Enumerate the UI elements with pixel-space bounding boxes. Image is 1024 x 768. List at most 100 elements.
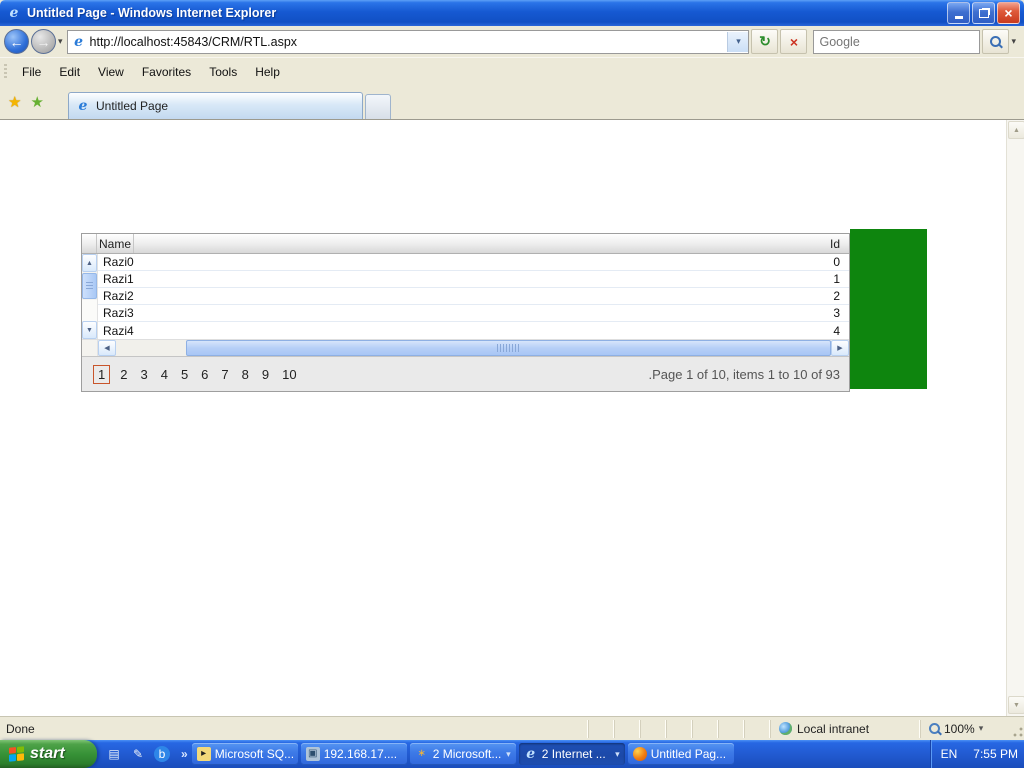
- show-desktop-button[interactable]: ✎: [130, 746, 146, 762]
- minimize-button[interactable]: [947, 2, 970, 24]
- status-pane: [614, 719, 640, 738]
- scroll-up-icon[interactable]: ▲: [82, 254, 97, 272]
- menu-favorites[interactable]: Favorites: [133, 62, 200, 82]
- quick-launch-app-button[interactable]: ▤: [106, 746, 122, 762]
- grid-horizontal-scrollbar[interactable]: ◀ ▶: [82, 339, 849, 356]
- pager-page-10[interactable]: 10: [277, 366, 301, 383]
- column-header-id[interactable]: Id: [800, 234, 849, 253]
- language-indicator[interactable]: EN: [941, 747, 958, 761]
- task-button[interactable]: ▸ Microsoft SQ...: [191, 743, 298, 765]
- grid-vertical-scrollbar[interactable]: ▲ ▼: [82, 254, 98, 339]
- start-button[interactable]: start: [0, 740, 97, 768]
- cell-name: Razi3: [103, 306, 134, 320]
- menu-help[interactable]: Help: [246, 62, 289, 82]
- task-button[interactable]: ∗ 2 Microsoft... ▾: [409, 743, 516, 765]
- menu-view[interactable]: View: [89, 62, 133, 82]
- zoom-control[interactable]: 100% ▾: [920, 719, 1010, 738]
- add-favorite-icon[interactable]: ★: [30, 93, 43, 111]
- table-row[interactable]: Razi4 4: [98, 322, 849, 339]
- clock: 7:55 PM: [973, 747, 1018, 761]
- task-button-label: 2 Internet ...: [541, 747, 606, 761]
- pager-page-2[interactable]: 2: [115, 366, 132, 383]
- sql-server-icon: ▸: [196, 747, 211, 761]
- status-pane: [666, 719, 692, 738]
- new-tab-button[interactable]: [365, 94, 391, 119]
- tab-bar: ★ ★ e Untitled Page ⌂ ▾ ▾ ▾ Page ▾ ⚙ Too…: [0, 85, 1024, 192]
- task-button[interactable]: e 2 Internet ... ▾: [518, 743, 625, 765]
- forward-button[interactable]: →: [31, 29, 56, 54]
- task-button[interactable]: ▣ 192.168.17....: [300, 743, 407, 765]
- tab-untitled-page[interactable]: e Untitled Page: [68, 92, 363, 119]
- search-input[interactable]: [814, 33, 980, 50]
- address-input[interactable]: e http://localhost:45843/CRM/RTL.aspx ▾: [66, 29, 750, 54]
- visual-studio-icon: ∗: [417, 748, 426, 759]
- refresh-button[interactable]: ↻: [751, 29, 779, 54]
- quick-launch-chevron-icon[interactable]: »: [181, 747, 188, 761]
- search-button[interactable]: [982, 29, 1010, 54]
- table-row[interactable]: Razi2 2: [98, 288, 849, 305]
- column-header-name[interactable]: Name: [97, 234, 134, 253]
- vertical-scroll-thumb[interactable]: [82, 273, 97, 299]
- internet-explorer-icon: e: [526, 746, 536, 762]
- page-favicon-icon: e: [74, 33, 83, 50]
- page-vertical-scrollbar[interactable]: ▲ ▼: [1006, 120, 1024, 716]
- favorites-star-icon[interactable]: ★: [8, 93, 21, 111]
- page-scroll-down-icon[interactable]: ▼: [1008, 696, 1024, 714]
- table-row[interactable]: Razi1 1: [98, 271, 849, 288]
- grid-header-corner: [82, 234, 97, 253]
- table-row[interactable]: Razi3 3: [98, 305, 849, 322]
- scroll-right-icon[interactable]: ▶: [831, 340, 849, 356]
- scroll-down-icon[interactable]: ▼: [82, 321, 97, 339]
- menu-grip: [4, 63, 7, 80]
- pager-page-1[interactable]: 1: [93, 364, 111, 384]
- zoom-dropdown-icon[interactable]: ▾: [979, 723, 984, 734]
- minimize-icon: [954, 16, 963, 19]
- horizontal-scroll-track[interactable]: [116, 340, 186, 356]
- start-label: start: [30, 745, 65, 762]
- pager-page-6[interactable]: 6: [196, 366, 213, 383]
- pager-page-4[interactable]: 4: [156, 366, 173, 383]
- horizontal-scroll-thumb[interactable]: [186, 340, 831, 356]
- task-group-dropdown-icon[interactable]: ▾: [615, 749, 620, 760]
- restore-button[interactable]: [972, 2, 995, 24]
- cell-id: 4: [833, 323, 840, 338]
- pager-page-8[interactable]: 8: [237, 366, 254, 383]
- scrollbar-corner: [82, 340, 98, 356]
- pager-page-5[interactable]: 5: [176, 366, 193, 383]
- scroll-left-icon[interactable]: ◀: [98, 340, 116, 356]
- close-button[interactable]: ×: [997, 2, 1020, 24]
- firefox-icon: [632, 747, 647, 761]
- pager-page-7[interactable]: 7: [216, 366, 233, 383]
- stop-button[interactable]: ×: [780, 29, 808, 54]
- address-url: http://localhost:45843/CRM/RTL.aspx: [89, 34, 298, 49]
- menu-tools[interactable]: Tools: [200, 62, 246, 82]
- menu-bar: File Edit View Favorites Tools Help: [0, 58, 1024, 85]
- task-button[interactable]: Untitled Pag...: [627, 743, 734, 765]
- vertical-scroll-track[interactable]: [82, 300, 97, 321]
- window-title: Untitled Page - Windows Internet Explore…: [27, 6, 277, 20]
- pager-page-3[interactable]: 3: [135, 366, 152, 383]
- task-group-dropdown-icon[interactable]: ▾: [506, 749, 511, 760]
- address-dropdown-button[interactable]: ▾: [727, 31, 749, 52]
- task-buttons: ▸ Microsoft SQ... ▣ 192.168.17.... ∗ 2 Micros…: [191, 743, 734, 765]
- zoom-magnifier-icon: [929, 723, 940, 734]
- search-dropdown-icon[interactable]: ▾: [1011, 36, 1016, 47]
- cell-id: 0: [833, 255, 840, 269]
- back-button[interactable]: ←: [4, 29, 29, 54]
- windows-logo-icon: [9, 746, 24, 762]
- history-dropdown-icon[interactable]: ▾: [58, 36, 63, 47]
- cell-name: Razi1: [103, 272, 134, 286]
- table-row[interactable]: Razi0 0: [98, 254, 849, 271]
- pager-page-9[interactable]: 9: [257, 366, 274, 383]
- task-button-label: 2 Microsoft...: [432, 747, 502, 761]
- taskbar: start ▤ ✎ b » ▸ Microsoft SQ... ▣ 192.168.17.…: [0, 740, 1024, 768]
- menu-file[interactable]: File: [13, 62, 50, 82]
- page-scroll-up-icon[interactable]: ▲: [1008, 121, 1024, 139]
- status-pane: [744, 719, 770, 738]
- address-bar: ← → ▾ e http://localhost:45843/CRM/RTL.a…: [0, 26, 1024, 58]
- search-box[interactable]: [813, 29, 981, 54]
- restore-icon: [978, 8, 989, 18]
- grid-pager: 1 2 3 4 5 6 7 8 9 10 .Page 1 of 10, items 1 to 10…: [82, 356, 849, 391]
- media-app-button[interactable]: b: [154, 746, 170, 762]
- menu-edit[interactable]: Edit: [50, 62, 89, 82]
